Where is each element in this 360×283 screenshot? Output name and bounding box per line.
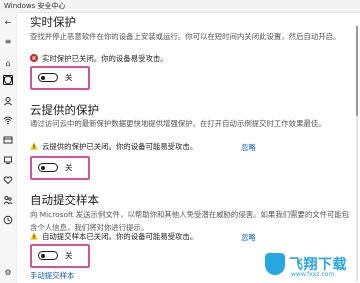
status-cloud: 云提供的保护已关闭。你的设备可能易受攻击。 <box>30 142 197 152</box>
account-icon[interactable] <box>3 96 13 106</box>
health-icon[interactable] <box>3 175 13 185</box>
history-icon[interactable] <box>3 215 13 225</box>
dismiss-link-sample[interactable]: 忽略 <box>241 232 256 243</box>
shield-icon[interactable] <box>3 75 13 85</box>
section-title-cloud: 云提供的保护 <box>30 103 99 117</box>
toggle-sample-highlight[interactable]: 关 <box>30 244 90 268</box>
section-desc-cloud: 通过访问云中的最新保护数据更快地提供增强保护。在打开自动示例提交时工作效果最佳。 <box>30 119 326 128</box>
main-content: 实时保护 查找并停止恶意软件在你的设备上安装或运行。你可以在短时间内关闭此设置，… <box>16 12 360 283</box>
device-security-icon[interactable] <box>3 155 13 165</box>
toggle-switch-sample[interactable] <box>38 251 58 260</box>
watermark-url: www.fxxz.com <box>291 271 335 278</box>
toggle-cloud-highlight[interactable]: 关 <box>30 156 90 180</box>
menu-icon[interactable]: ≡ <box>3 37 13 47</box>
toggle-label-cloud: 关 <box>65 163 73 172</box>
window-title: Windows 安全中心 <box>4 2 66 10</box>
status-realtime: 实时保护已关闭。你的设备易受攻击。 <box>30 54 168 64</box>
toggle-knob <box>41 253 45 258</box>
toggle-knob <box>41 75 45 80</box>
toggle-switch-realtime[interactable] <box>38 73 58 82</box>
toggle-realtime-highlight[interactable]: 关 <box>30 66 90 90</box>
watermark-logo: 飞翔下载 www.fxxz.com <box>265 252 357 280</box>
dismiss-link-cloud[interactable]: 忽略 <box>241 142 256 153</box>
manual-submit-link[interactable]: 手动提交样本 <box>30 270 74 281</box>
status-sample: 自动提交样本已关闭。你的设备可能易受攻击。 <box>30 232 197 242</box>
scrollbar[interactable] <box>356 26 358 281</box>
home-icon[interactable]: ⌂ <box>3 59 13 69</box>
status-text-sample: 自动提交样本已关闭。你的设备可能易受攻击。 <box>42 232 198 241</box>
warning-icon <box>30 142 38 150</box>
sidebar: ← ≡ ⌂ ⚙ <box>0 12 17 283</box>
section-title-realtime: 实时保护 <box>30 15 76 29</box>
back-icon[interactable]: ← <box>3 18 13 28</box>
wifi-icon[interactable] <box>3 115 13 125</box>
watermark-shield-icon <box>265 253 285 275</box>
toggle-label-realtime: 关 <box>65 73 73 82</box>
warning-icon <box>30 232 38 240</box>
error-icon <box>30 54 38 62</box>
family-icon[interactable] <box>3 195 13 205</box>
status-text-cloud: 云提供的保护已关闭。你的设备可能易受攻击。 <box>42 142 198 151</box>
app-browser-icon[interactable] <box>3 135 13 145</box>
scrollbar-thumb[interactable] <box>356 26 358 116</box>
toggle-switch-cloud[interactable] <box>38 163 58 172</box>
status-text-realtime: 实时保护已关闭。你的设备易受攻击。 <box>42 54 168 63</box>
section-desc-sample: 向 Microsoft 发送示例文件，以帮助你和其他人免受潜在威胁的侵害。如果我… <box>30 210 350 232</box>
toggle-knob <box>41 165 45 170</box>
section-desc-realtime: 查找并停止恶意软件在你的设备上安装或运行。你可以在短时间内关闭此设置，然后自动开… <box>30 32 341 41</box>
section-title-sample: 自动提交样本 <box>30 193 99 207</box>
toggle-label-sample: 关 <box>65 251 73 260</box>
settings-icon[interactable]: ⚙ <box>3 268 13 278</box>
